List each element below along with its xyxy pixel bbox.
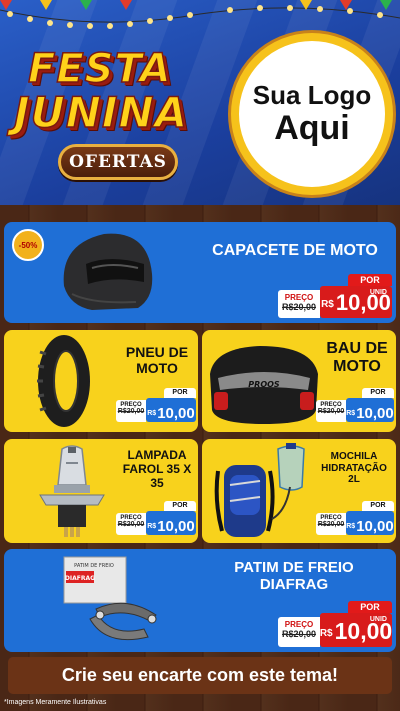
title-line-2: MOTO — [136, 360, 178, 377]
price-box: R$ 10,00 UNID — [320, 286, 392, 318]
brand-label: DIAFRAG — [65, 575, 95, 582]
product-card-helmet[interactable]: -50% CAPACETE DE MOTO POR PREÇO R$20,00 … — [4, 222, 396, 323]
title-line-2: HIDRATAÇÃO — [321, 462, 387, 474]
por-label: POR — [362, 388, 394, 398]
old-price-box: PREÇO R$20,00 — [278, 290, 320, 318]
old-price: R$20,00 — [117, 521, 145, 528]
product-title: BAU DE MOTO — [318, 340, 396, 377]
product-card-bulb[interactable]: LAMPADA FAROL 35 X 35 POR PREÇO R$20,00 … — [4, 439, 198, 543]
por-label: POR — [164, 501, 196, 511]
brake-shoe-icon: PATIM DE FREIO DIAFRAG — [63, 556, 157, 641]
product-title: PNEU DE MOTO — [116, 344, 198, 376]
price-value: 10,00 — [356, 518, 394, 535]
price-tag: POR PREÇO R$20,00 R$ 10,00 UNID — [278, 601, 392, 647]
por-label: POR — [164, 388, 196, 398]
old-price: R$20,00 — [281, 629, 317, 639]
ofertas-badge: OFERTAS — [58, 144, 178, 180]
top-case-icon: PROOS — [210, 346, 318, 424]
title-line-1: LAMPADA — [127, 448, 187, 462]
product-card-tire[interactable]: PNEU DE MOTO POR PREÇO R$20,00 R$ 10,00 — [4, 330, 198, 432]
logo-placeholder[interactable]: Sua Logo Aqui — [231, 33, 393, 195]
svg-text:PATIM DE FREIO: PATIM DE FREIO — [74, 563, 114, 569]
title-line-3: 35 — [150, 475, 164, 490]
festa-junina-title: FESTA JUNINA OFERTAS — [6, 44, 220, 194]
por-label: POR — [348, 601, 392, 613]
tire-icon — [37, 335, 90, 427]
price-box: R$ 10,00 UNID — [320, 613, 392, 647]
title-line-1: FESTA — [27, 45, 172, 93]
preco-label: PREÇO — [284, 620, 314, 629]
currency: R$ — [147, 410, 157, 417]
title-line-2: DIAFRAG — [259, 576, 329, 594]
old-price-box: PREÇO R$20,00 — [116, 400, 146, 422]
price-box: R$ 10,00 — [346, 511, 394, 535]
unit-label: UNID — [369, 289, 387, 296]
old-price: R$20,00 — [317, 408, 345, 415]
title-line-2: FAROL 35 X — [122, 461, 192, 476]
unit-label: UNID — [369, 616, 387, 623]
old-price: R$20,00 — [317, 521, 345, 528]
por-label: POR — [348, 274, 392, 286]
bunting-lights-decoration — [0, 0, 400, 29]
price-tag: POR PREÇO R$20,00 R$ 10,00 — [316, 501, 394, 537]
old-price-box: PREÇO R$20,00 — [116, 513, 146, 535]
header-banner: FESTA JUNINA OFERTAS Sua Logo Aqui — [0, 0, 400, 205]
old-price: R$20,00 — [281, 302, 317, 312]
price-tag: POR PREÇO R$20,00 R$ 10,00 — [116, 501, 196, 537]
product-card-top-case[interactable]: PROOS BAU DE MOTO POR PREÇO R$20,00 R$ 1… — [202, 330, 396, 432]
title-line-2: JUNINA — [13, 87, 189, 138]
logo-text-line-1: Sua Logo — [252, 80, 372, 110]
product-title: LAMPADA FAROL 35 X 35 — [116, 448, 198, 490]
title-line-3: 2L — [348, 474, 360, 485]
currency: R$ — [319, 628, 333, 639]
price-box: R$ 10,00 — [346, 398, 394, 422]
preco-label: PREÇO — [284, 293, 314, 302]
backpack-icon — [214, 443, 305, 537]
bulb-icon — [39, 445, 105, 537]
old-price-box: PREÇO R$20,00 — [316, 513, 346, 535]
product-title: PATIM DE FREIO DIAFRAG — [200, 559, 388, 594]
currency: R$ — [321, 299, 334, 310]
disclaimer-footnote: *Imagens Meramente Ilustrativas — [4, 699, 107, 706]
price-value: 10,00 — [157, 518, 195, 535]
product-title: MOCHILA HIDRATAÇÃO 2L — [312, 451, 396, 486]
old-price: R$20,00 — [117, 408, 145, 415]
old-price-box: PREÇO R$20,00 — [316, 400, 346, 422]
product-title: CAPACETE DE MOTO — [212, 242, 378, 259]
title-line-1: PNEU DE — [125, 344, 189, 360]
price-tag: POR PREÇO R$20,00 R$ 10,00 UNID — [278, 274, 392, 318]
title-line-1: MOCHILA — [330, 451, 378, 462]
brand-text: PROOS — [248, 380, 280, 389]
title-line-1: BAU DE — [326, 340, 388, 357]
old-price-box: PREÇO R$20,00 — [278, 617, 320, 647]
currency: R$ — [147, 523, 157, 530]
logo-text-line-2: Aqui — [274, 108, 350, 147]
price-box: R$ 10,00 — [146, 511, 196, 535]
product-card-backpack[interactable]: MOCHILA HIDRATAÇÃO 2L POR PREÇO R$20,00 … — [202, 439, 396, 543]
title-line-2: MOTO — [333, 358, 381, 376]
por-label: POR — [362, 501, 394, 511]
currency: R$ — [346, 523, 356, 530]
title-line-1: PATIM DE FREIO — [234, 559, 354, 576]
currency: R$ — [346, 410, 356, 417]
cta-banner[interactable]: Crie seu encarte com este tema! — [8, 657, 392, 694]
price-value: 10,00 — [356, 405, 394, 422]
price-box: R$ 10,00 — [146, 398, 196, 422]
price-value: 10,00 — [157, 405, 195, 422]
helmet-icon — [63, 233, 153, 310]
product-card-brake-shoe[interactable]: PATIM DE FREIO DIAFRAG PATIM DE FREIO DI… — [4, 549, 396, 652]
discount-badge: -50% — [12, 229, 44, 261]
price-tag: POR PREÇO R$20,00 R$ 10,00 — [316, 388, 394, 424]
price-tag: POR PREÇO R$20,00 R$ 10,00 — [116, 388, 196, 424]
